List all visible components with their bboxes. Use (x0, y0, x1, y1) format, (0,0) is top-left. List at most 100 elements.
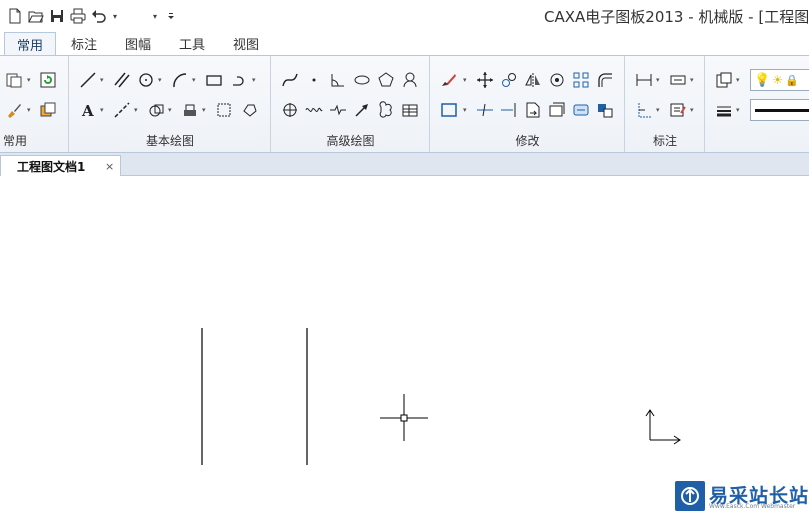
fillet-icon[interactable] (595, 70, 615, 90)
properties-icon[interactable] (4, 70, 24, 90)
new-icon[interactable] (6, 7, 24, 25)
centerline-icon[interactable] (112, 100, 132, 120)
svg-text:A: A (81, 102, 94, 119)
watermark-logo-icon (675, 480, 705, 511)
coordinate-icon[interactable] (634, 100, 654, 120)
dropdown-icon[interactable]: ▾ (158, 76, 162, 84)
tab-annotate[interactable]: 标注 (60, 32, 108, 55)
boundary-icon[interactable] (214, 100, 234, 120)
print-icon[interactable] (69, 7, 87, 25)
tab-sheet[interactable]: 图幅 (114, 32, 162, 55)
stretch-icon[interactable] (523, 100, 543, 120)
group-label-basic-draw: 基本绘图 (145, 134, 194, 148)
spline-icon[interactable] (280, 70, 300, 90)
mirror-icon[interactable] (523, 70, 543, 90)
dropdown-icon[interactable]: ▾ (736, 106, 740, 114)
ellipse-icon[interactable] (352, 70, 372, 90)
dropdown-icon[interactable]: ▾ (736, 76, 740, 84)
dropdown-icon[interactable]: ▾ (27, 76, 31, 84)
cloud-line-icon[interactable] (376, 100, 396, 120)
dropdown-icon[interactable]: ▾ (690, 106, 694, 114)
customize-icon[interactable] (162, 7, 180, 25)
dropdown-icon[interactable]: ▾ (656, 106, 660, 114)
crosshair-cursor (380, 394, 428, 441)
line-icon[interactable] (78, 70, 98, 90)
document-tab-bar: 工程图文档1 × (0, 153, 809, 177)
center-mark-icon[interactable] (280, 100, 300, 120)
offset-icon[interactable] (571, 100, 591, 120)
dropdown-icon[interactable]: ▾ (192, 76, 196, 84)
dropdown-icon[interactable]: ▾ (100, 76, 104, 84)
linewidth-icon[interactable] (714, 100, 734, 120)
dropdown-icon[interactable]: ▾ (134, 106, 138, 114)
brush-icon[interactable] (4, 100, 24, 120)
extend-icon[interactable] (499, 100, 519, 120)
dimension-icon[interactable] (634, 70, 654, 90)
document-tab-label: 工程图文档1 (17, 160, 86, 174)
arc-icon[interactable] (170, 70, 190, 90)
parallel-line-icon[interactable] (112, 70, 132, 90)
save-icon[interactable] (48, 7, 66, 25)
table-icon[interactable] (400, 100, 420, 120)
linetype-select[interactable] (750, 99, 809, 121)
hole-icon[interactable] (400, 70, 420, 90)
tab-common[interactable]: 常用 (4, 32, 56, 55)
group-properties: ▾ 💡 ☀ 🔒 ▾ (706, 56, 809, 152)
drawing-canvas[interactable] (0, 176, 809, 513)
ordinate-dimension-icon[interactable] (668, 70, 688, 90)
watermark: 易采站长站 Www.Easck.Com Webmaster (675, 478, 809, 513)
group-annotate: ▾ ▾ ▾ ▾ 标注 (626, 56, 705, 152)
dropdown-icon[interactable]: ▾ (690, 76, 694, 84)
rectangle-icon[interactable] (204, 70, 224, 90)
redo-dropdown-icon[interactable]: ▾ (151, 12, 159, 21)
explode-icon[interactable] (595, 100, 615, 120)
note-icon[interactable] (668, 100, 688, 120)
close-icon[interactable]: × (105, 160, 114, 173)
group-label-advanced-draw: 高级绘图 (326, 134, 375, 148)
window-title: CAXA电子图板2013 - 机械版 - [工程图文 (544, 8, 809, 26)
dropdown-icon[interactable]: ▾ (656, 76, 660, 84)
quick-access-toolbar: ▾ ▾ (6, 6, 180, 26)
angle-icon[interactable] (328, 70, 348, 90)
dropdown-icon[interactable]: ▾ (463, 106, 467, 114)
layer-select[interactable]: 💡 ☀ 🔒 (750, 69, 809, 91)
undo-icon[interactable] (90, 7, 108, 25)
document-tab[interactable]: 工程图文档1 × (0, 155, 121, 177)
open-icon[interactable] (27, 7, 45, 25)
dropdown-icon[interactable]: ▾ (100, 106, 104, 114)
dropdown-icon[interactable]: ▾ (463, 76, 467, 84)
wave-line-icon[interactable] (304, 100, 324, 120)
layer-manager-icon[interactable] (714, 70, 734, 90)
dropdown-icon[interactable]: ▾ (168, 106, 172, 114)
block-icon[interactable] (180, 100, 200, 120)
region-icon[interactable] (240, 100, 260, 120)
refresh-icon[interactable] (38, 70, 58, 90)
dropdown-icon[interactable]: ▾ (252, 76, 256, 84)
title-bar: ▾ ▾ CAXA电子图板2013 - 机械版 - [工程图文 (0, 0, 809, 31)
polyline-icon[interactable] (230, 70, 250, 90)
trim-icon[interactable] (475, 100, 495, 120)
erase-icon[interactable] (439, 70, 459, 90)
group-common: ▾ ▾ 常用 (0, 56, 69, 152)
select-icon[interactable] (439, 100, 459, 120)
undo-dropdown-icon[interactable]: ▾ (111, 12, 119, 21)
tab-view[interactable]: 视图 (222, 32, 270, 55)
copy-icon[interactable] (499, 70, 519, 90)
group-modify: ▾ ▾ 修改 (431, 56, 625, 152)
tab-tools[interactable]: 工具 (168, 32, 216, 55)
rotate-icon[interactable] (547, 70, 567, 90)
circle-icon[interactable] (136, 70, 156, 90)
layer-icon[interactable] (38, 100, 58, 120)
arrow-icon[interactable] (352, 100, 372, 120)
watermark-subtext: Www.Easck.Com Webmaster (709, 503, 796, 510)
text-icon[interactable]: A (78, 100, 98, 120)
scale-icon[interactable] (547, 100, 567, 120)
dropdown-icon[interactable]: ▾ (202, 106, 206, 114)
dropdown-icon[interactable]: ▾ (27, 106, 31, 114)
hatch-icon[interactable] (146, 100, 166, 120)
polygon-icon[interactable] (376, 70, 396, 90)
break-line-icon[interactable] (328, 100, 348, 120)
point-icon[interactable] (304, 70, 324, 90)
move-icon[interactable] (475, 70, 495, 90)
array-icon[interactable] (571, 70, 591, 90)
